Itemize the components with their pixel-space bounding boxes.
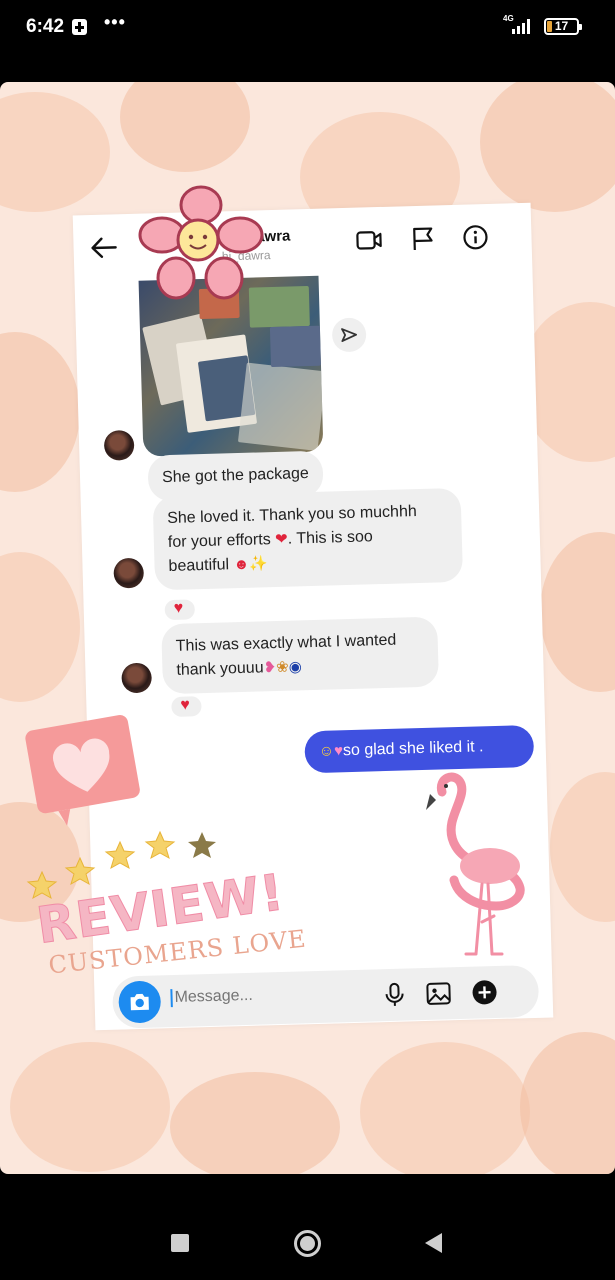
phone-screen: 6:42 ••• 4G 17 Dawra hi_dawra She got th… (0, 0, 615, 1280)
message-text: This was exactly what I wanted (175, 631, 397, 655)
camera-button[interactable] (118, 980, 162, 1024)
message-input[interactable] (170, 983, 371, 1008)
notification-icon (72, 19, 87, 35)
message-text: . This is soo (287, 528, 374, 548)
message-bubble: She loved it. Thank you so muchhh for yo… (152, 487, 464, 591)
smile-emoji-icon: ☺ (318, 742, 335, 760)
signal-icon (512, 18, 534, 34)
home-button[interactable] (294, 1230, 321, 1257)
recent-apps-button[interactable] (171, 1234, 189, 1252)
gallery-icon[interactable] (424, 979, 453, 1008)
message-text: thank youuu (176, 659, 264, 679)
info-icon[interactable] (461, 224, 490, 251)
contact-avatar[interactable] (103, 429, 135, 461)
evil-eye-emoji-icon: ◉ (288, 658, 303, 676)
navigation-bar (0, 1174, 615, 1280)
back-arrow-icon[interactable] (89, 236, 118, 259)
message-text: She loved it. Thank you so muchhh (166, 503, 417, 528)
message-text: for your efforts (167, 531, 271, 552)
flower-sticker-icon (138, 185, 264, 300)
share-icon[interactable] (331, 317, 367, 353)
status-bar: 6:42 ••• 4G 17 (0, 0, 615, 56)
sent-message-bubble: ☺♥so glad she liked it . (304, 724, 535, 774)
add-icon[interactable] (470, 978, 499, 1007)
butterfly-emoji-icon: ❀ (275, 658, 289, 677)
contact-avatar[interactable] (121, 662, 153, 694)
heart-reaction-icon[interactable] (169, 694, 204, 720)
more-notifications-icon: ••• (104, 12, 126, 32)
microphone-icon[interactable] (380, 980, 409, 1009)
heart-emoji-icon: ❤ (274, 530, 288, 549)
sparkles-emoji-icon: ✨ (249, 555, 269, 573)
heart-eyes-emoji-icon: ☻ (233, 555, 250, 574)
battery-icon: 17 (544, 18, 582, 35)
message-text: so glad she liked it . (342, 738, 484, 760)
heart-reaction-icon[interactable] (162, 597, 198, 623)
like-bubble-sticker-icon (25, 714, 140, 826)
message-text: She got the package (161, 465, 310, 487)
two-hearts-emoji-icon: ❥ (263, 659, 277, 677)
flag-icon[interactable] (409, 225, 438, 252)
message-text: beautiful (168, 556, 230, 576)
camera-icon (130, 993, 149, 1011)
video-call-icon[interactable] (355, 227, 384, 254)
contact-avatar[interactable] (113, 557, 145, 589)
message-composer (111, 964, 540, 1029)
back-button[interactable] (425, 1233, 442, 1253)
status-time: 6:42 (26, 16, 65, 37)
flamingo-sticker-icon (426, 772, 525, 956)
message-bubble: This was exactly what I wanted thank you… (161, 616, 440, 695)
battery-level: 17 (554, 19, 569, 33)
